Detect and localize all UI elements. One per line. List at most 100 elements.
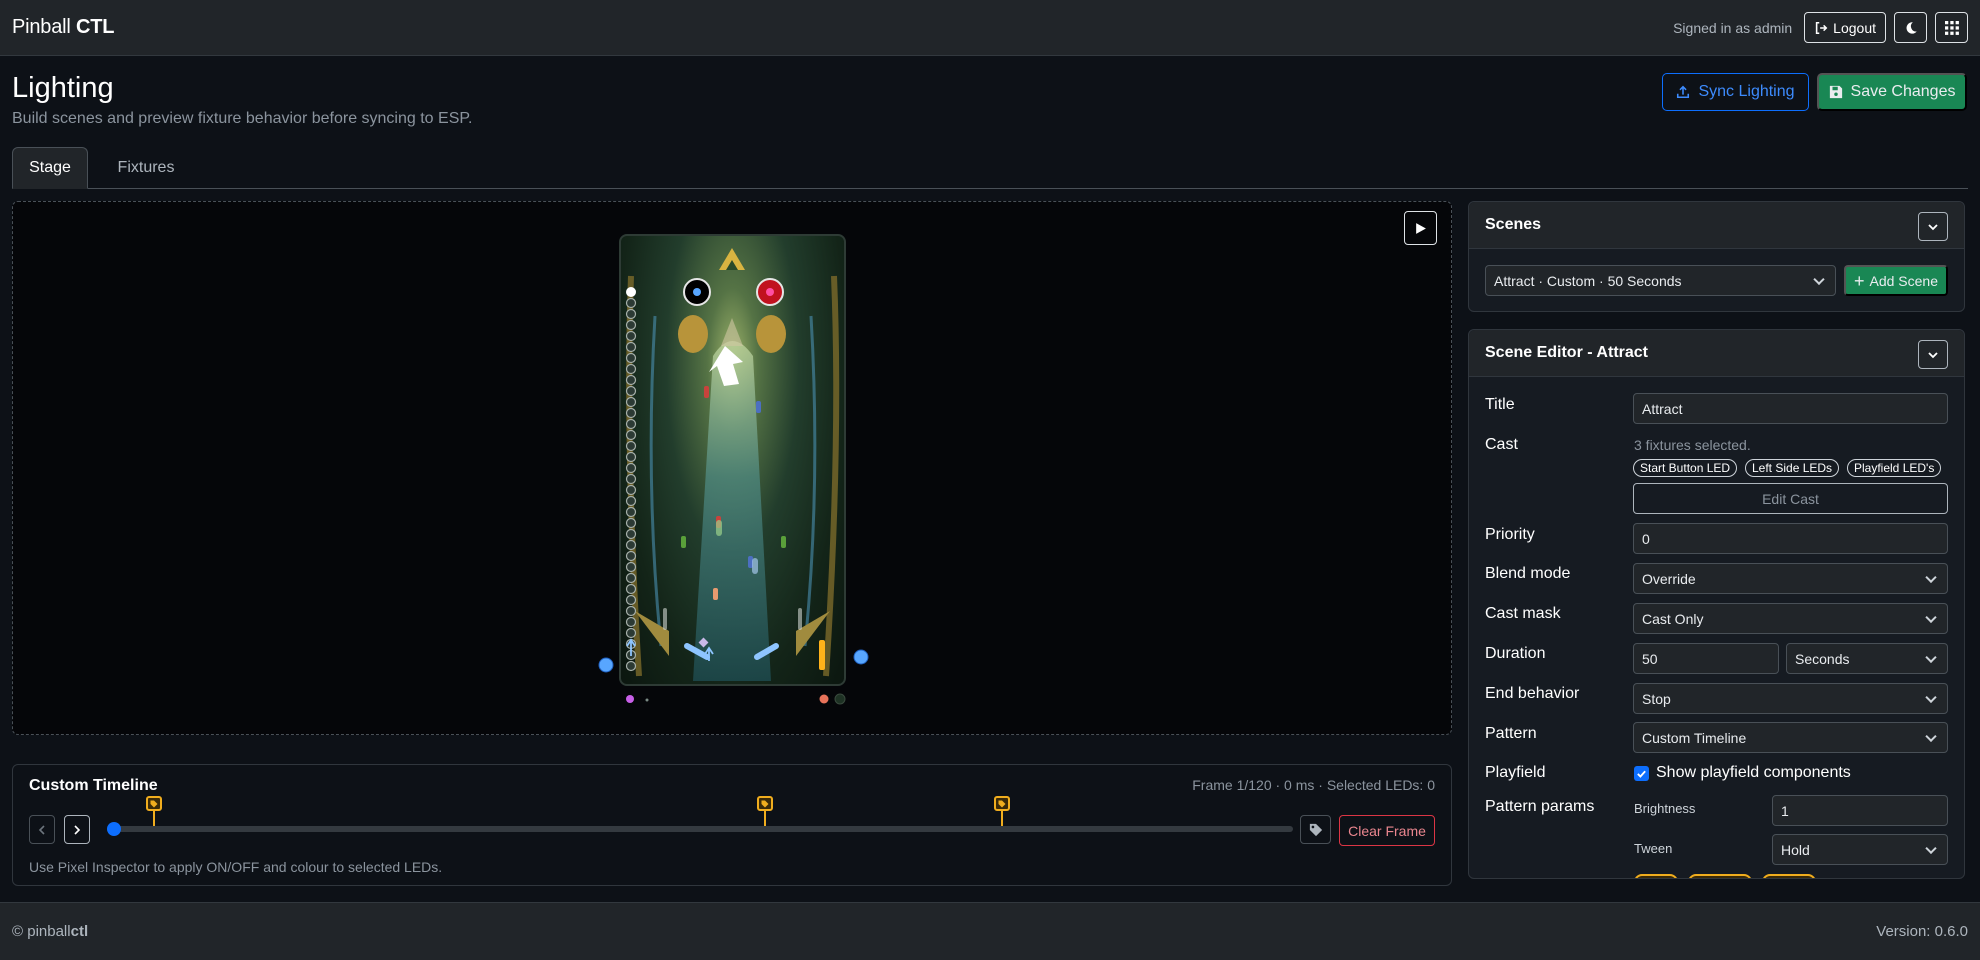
page-title: Lighting <box>12 72 114 104</box>
playfield-components <box>625 278 825 672</box>
chevron-left-icon <box>38 824 45 835</box>
edit-cast-button[interactable]: Edit Cast <box>1633 483 1948 514</box>
keyframe-marker[interactable] <box>994 796 1011 826</box>
timeline-track[interactable] <box>107 796 1293 836</box>
tab-fixtures[interactable]: Fixtures <box>92 147 200 189</box>
theme-toggle-button[interactable] <box>1894 12 1927 43</box>
title-label: Title <box>1485 396 1515 413</box>
add-scene-button[interactable]: + Add Scene <box>1844 265 1948 296</box>
duration-unit-select[interactable]: Seconds <box>1786 643 1948 674</box>
prev-frame-button[interactable] <box>29 815 55 844</box>
copyright-symbol: © <box>12 923 28 940</box>
save-changes-label: Save Changes <box>1850 83 1956 100</box>
play-preview-button[interactable] <box>1404 211 1437 245</box>
duration-input[interactable]: 50 <box>1633 643 1779 674</box>
scene-editor-collapse-button[interactable] <box>1918 340 1948 369</box>
timeline-rail <box>107 826 1293 832</box>
keyframe-tag-icon <box>757 796 774 811</box>
brightness-label: Brightness <box>1634 801 1696 816</box>
brightness-input[interactable]: 1 <box>1772 795 1948 826</box>
floppy-disk-icon <box>1829 85 1842 99</box>
keyframe-stem <box>764 811 767 826</box>
plus-icon: + <box>1853 270 1865 291</box>
tween-select[interactable]: Hold <box>1772 834 1948 865</box>
footer-version: Version: 0.6.0 <box>1876 923 1968 940</box>
logout-button[interactable]: Logout <box>1804 12 1886 43</box>
brand-logo[interactable]: Pinball CTL <box>12 16 114 39</box>
blend-mode-select[interactable]: Override <box>1633 563 1948 594</box>
cast-badge: Playfield LED's <box>1847 459 1942 477</box>
priority-label: Priority <box>1485 526 1535 543</box>
play-icon <box>1416 222 1426 234</box>
moon-icon <box>1906 21 1917 34</box>
pattern-select[interactable]: Custom Timeline <box>1633 722 1948 753</box>
cast-mask-select[interactable]: Cast Only <box>1633 603 1948 634</box>
blend-mode-label: Blend mode <box>1485 565 1571 582</box>
footer: © pinballctl Version: 0.6.0 <box>0 902 1980 960</box>
tab-bar: Stage Fixtures <box>12 147 1968 189</box>
page-subtitle: Build scenes and preview fixture behavio… <box>12 110 473 127</box>
navbar: Pinball CTL Signed in as admin Logout <box>0 0 1980 56</box>
tab-stage[interactable]: Stage <box>12 147 88 189</box>
sync-lighting-button[interactable]: Sync Lighting <box>1662 73 1809 111</box>
timeline-heading: Custom Timeline <box>29 777 158 794</box>
scenes-heading: Scenes <box>1485 216 1542 233</box>
clipped-chip <box>1688 874 1752 878</box>
check-icon <box>1637 770 1646 778</box>
sync-lighting-label: Sync Lighting <box>1698 83 1795 100</box>
clipped-chip <box>1762 874 1816 878</box>
tag-icon <box>1309 823 1322 836</box>
cast-badge: Left Side LEDs <box>1745 459 1840 477</box>
scene-editor-heading: Scene Editor - Attract <box>1485 344 1648 361</box>
signed-in-text: Signed in as admin <box>1673 19 1793 36</box>
nav-right: Signed in as admin Logout <box>1673 12 1968 43</box>
end-behavior-label: End behavior <box>1485 685 1580 702</box>
cast-status: 3 fixtures selected. <box>1634 437 1751 453</box>
tag-keyframe-button[interactable] <box>1300 815 1331 844</box>
chevron-down-icon <box>1928 223 1938 230</box>
end-behavior-select[interactable]: Stop <box>1633 683 1948 714</box>
apps-grid-button[interactable] <box>1935 12 1968 43</box>
chevron-down-icon <box>1928 351 1938 358</box>
show-playfield-label[interactable]: Show playfield components <box>1656 764 1851 782</box>
custom-timeline-panel: Custom Timeline Frame 1/120 · 0 ms · Sel… <box>12 764 1452 886</box>
timeline-thumb[interactable] <box>107 822 121 836</box>
footer-copyright: © pinballctl <box>12 923 88 940</box>
keyframe-tag-icon <box>994 796 1011 811</box>
footer-brand-bold: ctl <box>70 923 89 940</box>
scene-editor-header: Scene Editor - Attract <box>1469 330 1964 377</box>
add-scene-label: Add Scene <box>1869 272 1939 289</box>
hidden-keyframe-chips <box>1634 874 1834 878</box>
playfield-image[interactable] <box>619 234 846 686</box>
keyframe-stem <box>153 811 156 826</box>
priority-input[interactable]: 0 <box>1633 523 1948 554</box>
playfield-label: Playfield <box>1485 764 1546 781</box>
timeline-hint: Use Pixel Inspector to apply ON/OFF and … <box>29 859 443 875</box>
footer-brand-light: pinball <box>27 923 71 940</box>
save-changes-button[interactable]: Save Changes <box>1817 73 1967 111</box>
timeline-status: Frame 1/120 · 0 ms · Selected LEDs: 0 <box>1192 777 1435 793</box>
scenes-card-header: Scenes <box>1469 202 1964 249</box>
brand-bold: CTL <box>76 16 115 38</box>
cast-mask-label: Cast mask <box>1485 605 1561 622</box>
duration-label: Duration <box>1485 645 1546 662</box>
chevron-right-icon <box>74 824 81 835</box>
scenes-collapse-button[interactable] <box>1918 212 1948 241</box>
title-input[interactable]: Attract <box>1633 393 1948 424</box>
keyframe-stem <box>1001 811 1004 826</box>
scene-select[interactable]: Attract · Custom · 50 Seconds <box>1485 265 1836 296</box>
keyframe-marker[interactable] <box>146 796 163 826</box>
logout-label: Logout <box>1833 19 1876 36</box>
brand-light: Pinball <box>12 16 71 38</box>
external-fixtures <box>598 649 869 705</box>
pattern-params-label: Pattern params <box>1485 798 1595 815</box>
clear-frame-button[interactable]: Clear Frame <box>1339 815 1435 846</box>
keyframe-marker[interactable] <box>757 796 774 826</box>
grid-icon <box>1944 20 1959 35</box>
cast-badge: Start Button LED <box>1633 459 1738 477</box>
show-playfield-checkbox[interactable] <box>1634 766 1649 781</box>
logout-icon <box>1816 21 1828 34</box>
pattern-label: Pattern <box>1485 725 1537 742</box>
keyframe-tag-icon <box>146 796 163 811</box>
next-frame-button[interactable] <box>64 815 90 844</box>
